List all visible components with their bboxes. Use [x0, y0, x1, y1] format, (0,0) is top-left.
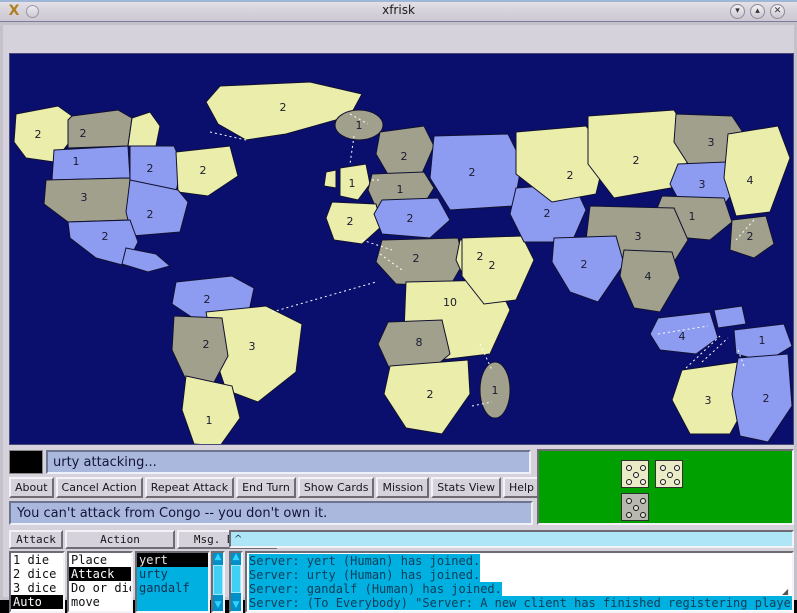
shape-iceland [334, 109, 384, 141]
status-row: urty attacking... [9, 449, 531, 475]
die-pip [626, 479, 632, 485]
scroll-thumb[interactable] [231, 565, 241, 593]
die-pip [640, 479, 646, 485]
dice-count-list[interactable]: 1 die 2 dice 3 dice Auto [9, 551, 65, 613]
game-message-field: You can't attack from Congo -- you don't… [9, 501, 533, 525]
tab-attack[interactable]: Attack [9, 530, 63, 549]
title-bar: X xfrisk ▾ ▴ ✕ [0, 0, 797, 22]
dice-option-auto[interactable]: Auto [11, 595, 63, 609]
shape-ukraine [429, 133, 523, 211]
msg-dest-option-urty[interactable]: urty [137, 567, 208, 581]
cancel-action-button[interactable]: Cancel Action [55, 477, 143, 498]
msg-dest-scrollbar[interactable]: ▲ ▼ [211, 551, 225, 613]
xfrisk-window: X xfrisk ▾ ▴ ✕ 2 2 2 1 2 2 3 2 2 2 3 2 1… [0, 0, 797, 613]
die-pip [660, 479, 666, 485]
attack-die-1 [621, 460, 649, 488]
dice-option-1-die[interactable]: 1 die [11, 553, 63, 567]
scroll-up-icon[interactable]: ▲ [213, 553, 223, 563]
action-option-attack[interactable]: Attack [69, 567, 131, 581]
mission-button[interactable]: Mission [376, 477, 430, 498]
log-line: Server: urty (Human) has joined. [249, 568, 792, 582]
die-pip [674, 479, 680, 485]
about-button[interactable]: About [9, 477, 54, 498]
die-pip [626, 498, 632, 504]
action-list[interactable]: Place Attack Do or die move [67, 551, 133, 613]
log-line-text: Server: (To Everybody) "Server: A new cl… [249, 596, 792, 610]
die-pip [667, 472, 673, 478]
die-pip [640, 465, 646, 471]
command-button-bar: About Cancel Action Repeat Attack End Tu… [9, 477, 578, 498]
die-pip [633, 505, 639, 511]
log-line: Server: gandalf (Human) has joined. [249, 582, 792, 596]
log-line-text: Server: urty (Human) has joined. [249, 568, 481, 582]
action-option-place[interactable]: Place [69, 553, 131, 567]
end-turn-button[interactable]: End Turn [236, 477, 296, 498]
shape-gb-isle [323, 169, 337, 189]
close-icon[interactable]: ✕ [770, 4, 785, 19]
shape-northwest-territory [67, 109, 133, 149]
tab-action[interactable]: Action [65, 530, 175, 549]
map-svg[interactable]: 2 2 2 1 2 2 3 2 2 2 3 2 1 1 2 1 1 2 2 2 … [10, 54, 793, 444]
log-line: Server: yert (Human) has joined. [249, 554, 792, 568]
action-option-move[interactable]: move [69, 595, 131, 609]
world-map[interactable]: 2 2 2 1 2 2 3 2 2 2 3 2 1 1 2 1 1 2 2 2 … [9, 53, 794, 445]
action-option-do-or-die[interactable]: Do or die [69, 581, 131, 595]
die-pip [640, 512, 646, 518]
dice-panel [537, 449, 794, 525]
log-line: Server: (To Everybody) "Server: A new cl… [249, 596, 792, 610]
scroll-thumb[interactable] [213, 565, 223, 595]
log-line-text: Server: yert (Human) has joined. [249, 554, 481, 568]
server-log[interactable]: Server: yert (Human) has joined. Server:… [245, 551, 794, 613]
msg-dest-list[interactable]: yert urty gandalf [135, 551, 210, 613]
repeat-attack-button[interactable]: Repeat Attack [144, 477, 235, 498]
log-line-text: Server: gandalf (Human) has joined. [249, 582, 502, 596]
attacking-status-field: urty attacking... [46, 450, 531, 474]
window-title: xfrisk [382, 3, 415, 17]
dice-option-2-dice[interactable]: 2 dice [11, 567, 63, 581]
dice-option-3-dice[interactable]: 3 dice [11, 581, 63, 595]
app-frame: 2 2 2 1 2 2 3 2 2 2 3 2 1 1 2 1 1 2 2 2 … [0, 22, 797, 613]
title-bar-accent [0, 0, 797, 2]
help-button[interactable]: Help [502, 477, 541, 498]
log-scrollbar[interactable]: ▲ ▼ [229, 551, 243, 613]
shape-madagascar [479, 361, 511, 419]
shape-alberta [51, 145, 131, 181]
msg-dest-option-yert[interactable]: yert [137, 553, 208, 567]
text-caret-icon: ^ [234, 534, 243, 545]
shape-indo-isle1 [713, 305, 747, 329]
show-cards-button[interactable]: Show Cards [297, 477, 375, 498]
die-pip [674, 465, 680, 471]
die-pip [633, 472, 639, 478]
stats-view-button[interactable]: Stats View [431, 477, 501, 498]
minimize-icon[interactable]: ▾ [730, 4, 745, 19]
attack-die-2 [655, 460, 683, 488]
resize-grip-icon[interactable]: ◢ [782, 588, 792, 596]
maximize-icon[interactable]: ▴ [750, 4, 765, 19]
chat-entry-input[interactable]: ^ [229, 530, 794, 548]
scroll-up-icon[interactable]: ▲ [231, 553, 241, 563]
scroll-down-icon[interactable]: ▼ [231, 601, 241, 611]
die-pip [626, 512, 632, 518]
die-pip [626, 465, 632, 471]
scroll-down-icon[interactable]: ▼ [213, 601, 223, 611]
die-pip [640, 498, 646, 504]
die-pip [660, 465, 666, 471]
player-color-swatch [9, 450, 43, 474]
msg-dest-option-gandalf[interactable]: gandalf [137, 581, 208, 595]
defend-die-1 [621, 493, 649, 521]
